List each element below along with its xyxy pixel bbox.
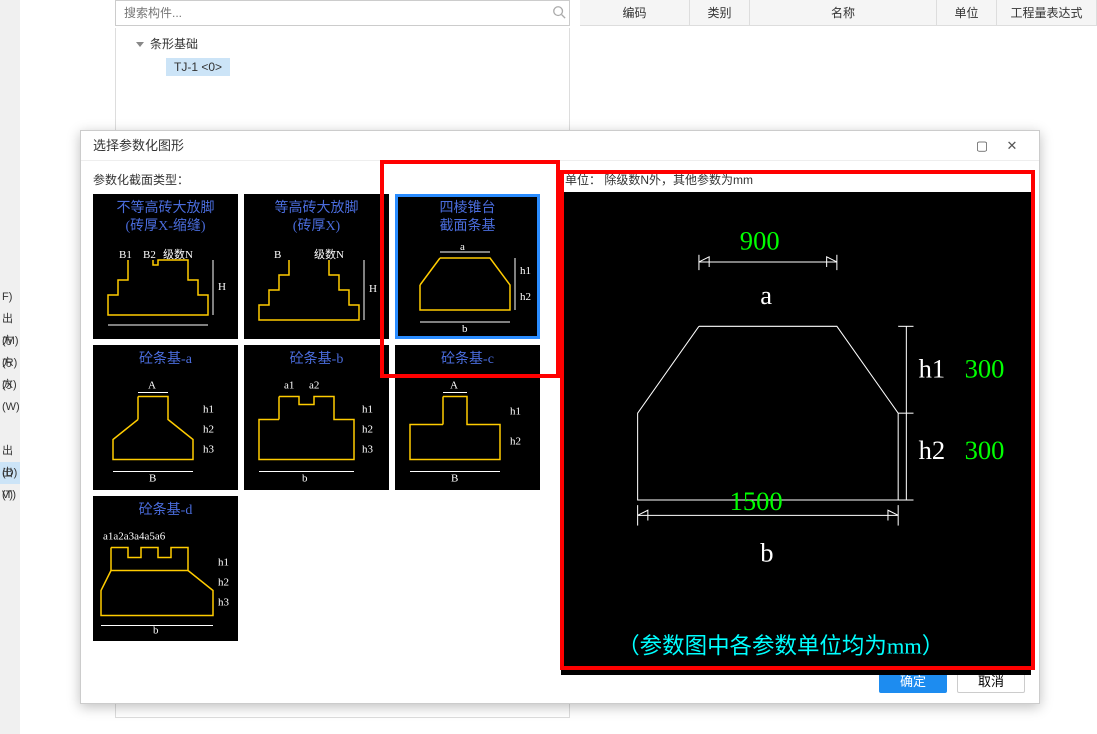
thumb-concrete-d[interactable]: 砼条基-d a1a2a3a4a5a6 h1h2h3 b [93,496,238,641]
svg-text:B: B [149,473,156,485]
svg-text:A: A [148,380,156,392]
svg-text:300: 300 [965,353,1005,383]
svg-text:h2: h2 [362,424,373,436]
thumb-unequal-brick[interactable]: 不等高砖大放脚(砖厚X-缩缝) B1B2级数N H [93,194,238,339]
svg-text:b: b [462,323,468,335]
dialog-titlebar: 选择参数化图形 ▢ ✕ [81,131,1039,161]
thumb-concrete-b[interactable]: 砼条基-b a1a2 h1h2h3 b [244,345,389,490]
svg-text:h3: h3 [218,597,230,609]
dialog-title: 选择参数化图形 [93,131,967,160]
col-type: 类别 [690,0,750,25]
svg-text:a2: a2 [309,380,319,392]
svg-text:a1a2a3a4a5a6: a1a2a3a4a5a6 [103,531,166,543]
left-label: 参数化截面类型： [93,171,549,188]
svg-text:1500: 1500 [730,486,783,516]
close-icon[interactable]: ✕ [997,131,1027,160]
chevron-down-icon [136,42,144,47]
col-name: 名称 [750,0,937,25]
svg-text:h1: h1 [510,406,521,418]
svg-text:B: B [274,249,281,261]
svg-text:b: b [760,537,773,567]
svg-text:b: b [302,473,308,485]
svg-text:h2: h2 [203,424,214,436]
left-sidebar-fragment: F) 出(M) 方(R) 方(X) 方(W) 出(D) 出(T) V) [0,0,20,734]
col-unit: 单位 [937,0,997,25]
svg-text:a: a [760,280,772,310]
svg-text:H: H [218,281,226,293]
tree-child[interactable]: TJ-1 <0> [166,58,230,76]
svg-text:h3: h3 [362,444,374,456]
col-expr: 工程量表达式 [997,0,1097,25]
svg-text:h3: h3 [203,444,215,456]
svg-text:（参数图中各参数单位均为mm）: （参数图中各参数单位均为mm） [617,633,944,658]
search-input[interactable] [116,6,549,20]
svg-text:级数N: 级数N [314,248,344,261]
svg-text:H: H [369,283,377,295]
maximize-icon[interactable]: ▢ [967,131,997,160]
svg-text:h2: h2 [919,435,946,465]
svg-text:级数N: 级数N [163,248,193,261]
svg-text:B1: B1 [119,249,132,261]
svg-text:h2: h2 [520,291,531,303]
param-shape-dialog: 选择参数化图形 ▢ ✕ 参数化截面类型： 不等高砖大放脚(砖厚X-缩缝) B1B… [80,130,1040,704]
col-code: 编码 [580,0,690,25]
svg-text:h1: h1 [520,265,531,277]
right-label: 单位： 除级数N外，其他参数为mm [561,171,1039,188]
svg-text:a1: a1 [284,380,294,392]
svg-text:b: b [153,625,159,637]
tree-root[interactable]: 条形基础 [116,32,569,55]
svg-text:h1: h1 [203,404,214,416]
thumb-concrete-a[interactable]: 砼条基-a A h1h2h3 B [93,345,238,490]
preview-canvas: 900 a h1 300 h2 300 [561,192,1031,675]
right-pane: 单位： 除级数N外，其他参数为mm 900 a [561,161,1039,661]
svg-text:900: 900 [740,226,780,256]
svg-text:h1: h1 [362,404,373,416]
svg-text:A: A [450,380,458,392]
table-header: 编码 类别 名称 单位 工程量表达式 [580,0,1097,26]
thumb-equal-brick[interactable]: 等高砖大放脚(砖厚X) B级数N H [244,194,389,339]
search-icon[interactable] [549,5,569,22]
thumb-scroll[interactable]: 不等高砖大放脚(砖厚X-缩缝) B1B2级数N H 等高砖大放脚(砖厚X) B级… [93,194,549,654]
svg-text:h1: h1 [218,557,229,569]
thumb-concrete-c[interactable]: 砼条基-c A h1h2 B [395,345,540,490]
svg-text:B2: B2 [143,249,156,261]
svg-text:B: B [451,473,458,485]
search-input-container[interactable] [115,0,570,26]
left-pane: 参数化截面类型： 不等高砖大放脚(砖厚X-缩缝) B1B2级数N H [81,161,561,661]
svg-text:h2: h2 [510,436,521,448]
svg-text:300: 300 [965,435,1005,465]
thumb-frustum[interactable]: 四棱锥台截面条基 a h1 h2 b [395,194,540,339]
svg-text:h1: h1 [919,353,946,383]
svg-text:a: a [460,241,465,253]
svg-text:h2: h2 [218,577,229,589]
